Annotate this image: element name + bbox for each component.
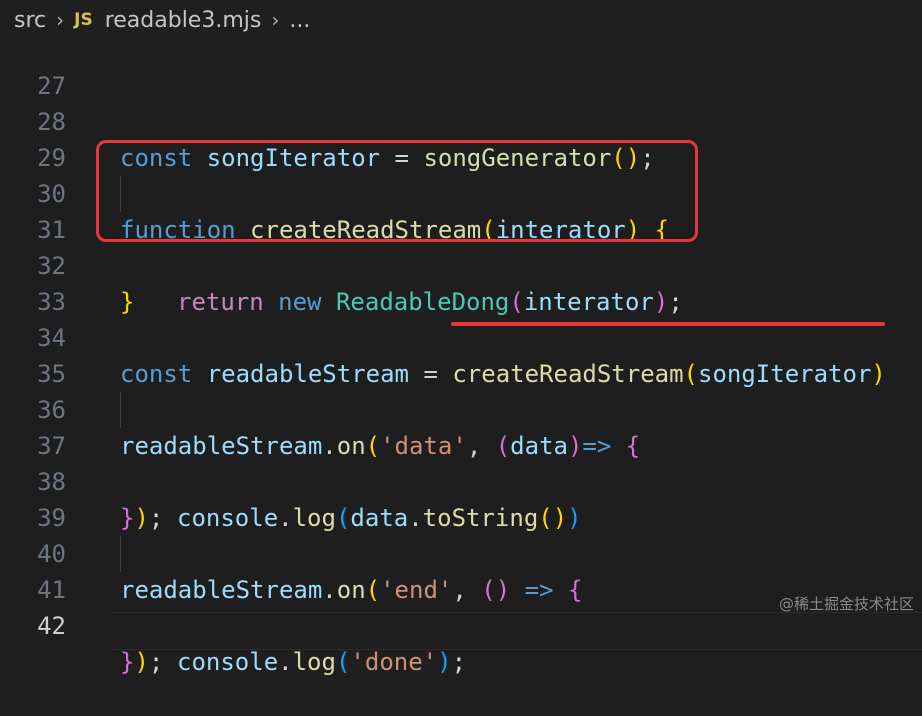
chevron-right-icon: › [56,8,65,32]
code-line: 33 [0,248,922,316]
watermark: @稀土掘金技术社区 [778,595,914,613]
code-text: }); [120,648,164,676]
code-editor[interactable]: 27 28 const songIterator = songGenerator… [0,40,922,676]
javascript-file-icon: JS [74,10,93,30]
breadcrumb-folder[interactable]: src [14,8,46,33]
code-line: 37 console.log(data.toString()) [0,392,922,532]
breadcrumb-file[interactable]: readable3.mjs [105,8,262,33]
code-line: 38 }); [0,428,922,532]
indent-guide [120,392,121,428]
code-line: 40 readableStream.on('end', () => { [0,500,922,604]
code-line: 34 const readableStream = createReadStre… [0,284,922,388]
code-line: 36 readableStream.on('data', (data)=> { [0,356,922,460]
code-line: 41 console.log('done'); [0,536,922,676]
code-line: 29 [0,104,922,172]
line-number: 42 [37,612,66,640]
breadcrumb-more[interactable]: ... [289,8,310,33]
indent-guide [120,536,121,572]
code-line: 28 const songIterator = songGenerator(); [0,68,922,172]
annotation-underline [451,322,885,326]
code-text: console.log('done'); [177,648,467,676]
chevron-right-icon: › [271,8,280,32]
annotation-box [96,140,698,242]
code-line: 27 [0,32,922,100]
code-line: 39 [0,464,922,532]
